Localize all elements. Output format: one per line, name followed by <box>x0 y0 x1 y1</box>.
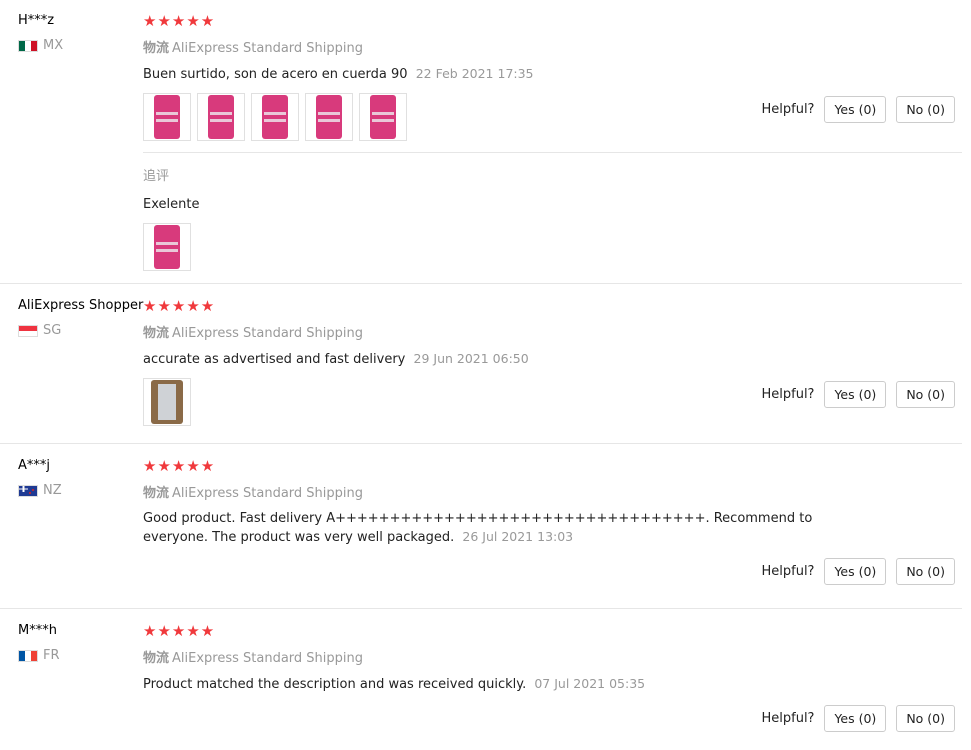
review-image-thumbnail[interactable] <box>359 93 407 141</box>
review-divider <box>0 608 962 609</box>
helpful-no-button[interactable]: No (0) <box>896 381 955 408</box>
helpful-yes-button[interactable]: Yes (0) <box>824 381 887 408</box>
comment-text: Product matched the description and was … <box>143 677 527 692</box>
shipping-method: AliExpress Standard Shipping <box>172 326 364 341</box>
reviewer-country: FR <box>18 648 60 663</box>
shipping-label: 物流 <box>143 486 170 501</box>
new-zealand-flag-icon <box>18 484 38 497</box>
shipping-info: 物流 AliExpress Standard Shipping <box>143 482 863 501</box>
helpful-yes-button[interactable]: Yes (0) <box>824 705 887 732</box>
country-code: FR <box>43 648 60 663</box>
reviewer-name: H***z <box>18 13 55 28</box>
singapore-flag-icon <box>18 324 38 337</box>
review-content: ★★★★★ 物流 AliExpress Standard Shipping acc… <box>143 298 863 426</box>
review-date: 29 Jun 2021 06:50 <box>413 351 529 366</box>
shipping-method: AliExpress Standard Shipping <box>172 651 364 666</box>
helpful-label: Helpful? <box>761 711 815 726</box>
reviewer-country: MX <box>18 38 63 53</box>
shipping-info: 物流 AliExpress Standard Shipping <box>143 37 863 56</box>
review-comment: accurate as advertised and fast delivery… <box>143 350 863 369</box>
shipping-method: AliExpress Standard Shipping <box>172 41 364 56</box>
review-comment: Buen surtido, son de acero en cuerda 90 … <box>143 65 863 84</box>
shipping-info: 物流 AliExpress Standard Shipping <box>143 322 863 341</box>
followup-text: Exelente <box>143 197 200 212</box>
france-flag-icon <box>18 649 38 662</box>
star-rating: ★★★★★ <box>143 622 216 640</box>
review-content: ★★★★★ 物流 AliExpress Standard Shipping Goo… <box>143 458 863 547</box>
shipping-label: 物流 <box>143 651 170 666</box>
star-rating: ★★★★★ <box>143 297 216 315</box>
country-code: NZ <box>43 483 62 498</box>
reviewer-info: A***j NZ <box>18 458 62 498</box>
comment-text: accurate as advertised and fast delivery <box>143 352 406 367</box>
shipping-info: 物流 AliExpress Standard Shipping <box>143 647 863 666</box>
reviewer-info: H***z MX <box>18 13 63 53</box>
helpful-yes-button[interactable]: Yes (0) <box>824 558 887 585</box>
followup-divider <box>143 152 962 153</box>
reviewer-country: NZ <box>18 483 62 498</box>
review-date: 22 Feb 2021 17:35 <box>415 66 534 81</box>
reviewer-name: AliExpress Shopper <box>18 298 144 313</box>
reviewer-name: M***h <box>18 623 57 638</box>
review-image-thumbnail[interactable] <box>251 93 299 141</box>
review-images <box>143 93 863 141</box>
review-date: 26 Jul 2021 13:03 <box>462 529 574 544</box>
helpful-vote: Helpful? Yes (0) No (0) <box>761 96 955 123</box>
followup-title: 追评 <box>143 169 170 184</box>
helpful-vote: Helpful? Yes (0) No (0) <box>761 381 955 408</box>
helpful-label: Helpful? <box>761 387 815 402</box>
comment-text: Buen surtido, son de acero en cuerda 90 <box>143 67 408 82</box>
helpful-label: Helpful? <box>761 564 815 579</box>
helpful-vote: Helpful? Yes (0) No (0) <box>761 558 955 585</box>
helpful-no-button[interactable]: No (0) <box>896 96 955 123</box>
reviewer-country: SG <box>18 323 143 338</box>
review-image-thumbnail[interactable] <box>197 93 245 141</box>
country-code: MX <box>43 38 64 53</box>
helpful-label: Helpful? <box>761 102 815 117</box>
review-images <box>143 378 863 426</box>
helpful-no-button[interactable]: No (0) <box>896 705 955 732</box>
helpful-yes-button[interactable]: Yes (0) <box>824 96 887 123</box>
star-rating: ★★★★★ <box>143 457 216 475</box>
reviewer-info: AliExpress Shopper SG <box>18 298 143 338</box>
review-divider <box>0 283 962 284</box>
review-content: ★★★★★ 物流 AliExpress Standard Shipping Pro… <box>143 623 863 694</box>
review-content: ★★★★★ 物流 AliExpress Standard Shipping Bue… <box>143 13 863 141</box>
helpful-no-button[interactable]: No (0) <box>896 558 955 585</box>
followup-review: 追评 Exelente <box>143 165 863 271</box>
reviewer-name: A***j <box>18 458 51 473</box>
review-image-thumbnail[interactable] <box>143 223 191 271</box>
shipping-method: AliExpress Standard Shipping <box>172 486 364 501</box>
reviewer-info: M***h FR <box>18 623 60 663</box>
review-image-thumbnail[interactable] <box>143 378 191 426</box>
review-comment: Good product. Fast delivery A+++++++++++… <box>143 510 863 547</box>
star-rating: ★★★★★ <box>143 12 216 30</box>
followup-images <box>143 223 863 271</box>
helpful-vote: Helpful? Yes (0) No (0) <box>761 705 955 732</box>
shipping-label: 物流 <box>143 41 170 56</box>
review-divider <box>0 443 962 444</box>
review-comment: Product matched the description and was … <box>143 675 863 694</box>
shipping-label: 物流 <box>143 326 170 341</box>
review-image-thumbnail[interactable] <box>305 93 353 141</box>
review-image-thumbnail[interactable] <box>143 93 191 141</box>
country-code: SG <box>43 323 62 338</box>
mexico-flag-icon <box>18 39 38 52</box>
review-date: 07 Jul 2021 05:35 <box>534 676 646 691</box>
